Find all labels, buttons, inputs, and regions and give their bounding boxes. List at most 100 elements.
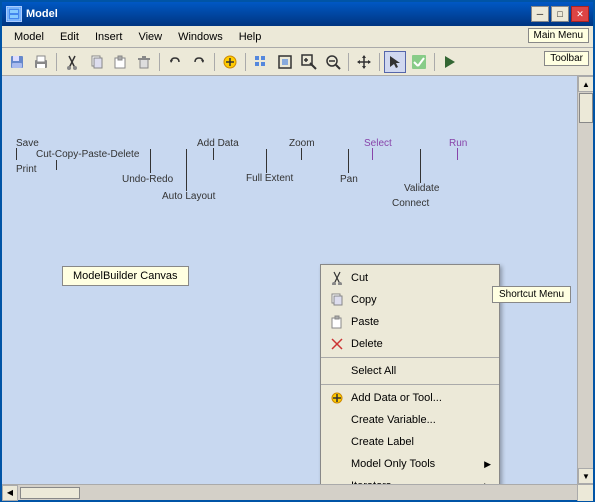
toolbar-separator-4 <box>245 53 246 71</box>
toolbar-pan[interactable] <box>353 51 375 73</box>
scrollbar-horizontal: ◀ <box>2 485 577 500</box>
annotation-print: Print <box>16 164 37 175</box>
context-menu-create-label[interactable]: Create Label <box>321 431 499 453</box>
menubar: Model Edit Insert View Windows Help Main… <box>2 26 593 48</box>
line-validate <box>420 149 421 183</box>
titlebar: Model ─ □ ✕ <box>2 2 593 26</box>
toolbar-add-data[interactable] <box>219 51 241 73</box>
context-menu-iterators[interactable]: Iterators ▶ <box>321 475 499 484</box>
scrollbar-corner <box>577 485 593 501</box>
main-area: Save Cut-Copy-Paste-Delete Print Undo-Re… <box>2 76 593 484</box>
iterators-arrow: ▶ <box>484 481 491 485</box>
toolbar-separator-6 <box>379 53 380 71</box>
menu-view[interactable]: View <box>130 29 170 45</box>
scroll-thumb-vertical[interactable] <box>579 93 593 123</box>
create-label-icon <box>329 434 345 450</box>
titlebar-buttons: ─ □ ✕ <box>531 6 589 22</box>
create-label-label: Create Label <box>351 436 414 448</box>
menu-windows[interactable]: Windows <box>170 29 231 45</box>
paste-icon <box>329 314 345 330</box>
model-only-tools-arrow: ▶ <box>484 459 491 470</box>
add-data-label: Add Data or Tool... <box>351 392 442 404</box>
context-menu-add-data[interactable]: Add Data or Tool... <box>321 387 499 409</box>
copy-label: Copy <box>351 294 377 306</box>
titlebar-left: Model <box>6 6 58 22</box>
select-all-label: Select All <box>351 365 396 377</box>
menu-help[interactable]: Help <box>231 29 270 45</box>
scroll-thumb-horizontal[interactable] <box>20 487 80 499</box>
line-full <box>266 149 267 173</box>
close-button[interactable]: ✕ <box>571 6 589 22</box>
toolbar-grid[interactable] <box>250 51 272 73</box>
line-auto <box>186 149 187 191</box>
context-menu-model-only-tools[interactable]: Model Only Tools ▶ <box>321 453 499 475</box>
context-menu-paste[interactable]: Paste <box>321 311 499 333</box>
line-cut-copy <box>56 160 57 170</box>
canvas-area[interactable]: Save Cut-Copy-Paste-Delete Print Undo-Re… <box>2 76 577 484</box>
toolbar: Toolbar <box>2 48 593 76</box>
context-menu-create-variable[interactable]: Create Variable... <box>321 409 499 431</box>
shortcut-menu-callout: Shortcut Menu <box>492 286 571 303</box>
toolbar-separator-3 <box>214 53 215 71</box>
toolbar-full-extent[interactable] <box>274 51 296 73</box>
context-menu-select-all[interactable]: Select All <box>321 360 499 382</box>
annotation-full-extent: Full Extent <box>246 173 293 184</box>
menu-edit[interactable]: Edit <box>52 29 87 45</box>
window-title: Model <box>26 8 58 20</box>
toolbar-separator-7 <box>434 53 435 71</box>
add-data-icon <box>329 390 345 406</box>
annotation-undo-redo: Undo-Redo <box>122 174 173 185</box>
main-window: Model ─ □ ✕ Model Edit Insert View Windo… <box>0 0 595 502</box>
context-menu-delete[interactable]: Delete <box>321 333 499 355</box>
toolbar-copy[interactable] <box>85 51 107 73</box>
toolbar-save[interactable] <box>6 51 28 73</box>
menu-model[interactable]: Model <box>6 29 52 45</box>
line-undo <box>150 149 151 173</box>
annotation-run: Run <box>449 138 467 149</box>
cut-icon <box>329 270 345 286</box>
line-pan <box>348 149 349 173</box>
toolbar-delete[interactable] <box>133 51 155 73</box>
toolbar-zoom[interactable] <box>322 51 344 73</box>
create-variable-label: Create Variable... <box>351 414 436 426</box>
toolbar-undo[interactable] <box>164 51 186 73</box>
iterators-icon <box>329 478 345 484</box>
scroll-track-vertical[interactable] <box>578 92 593 468</box>
window-icon <box>6 6 22 22</box>
delete-icon <box>329 336 345 352</box>
toolbar-select[interactable] <box>384 51 406 73</box>
annotation-validate: Validate <box>404 183 439 194</box>
line-zoom <box>301 148 302 160</box>
toolbar-paste[interactable] <box>109 51 131 73</box>
maximize-button[interactable]: □ <box>551 6 569 22</box>
toolbar-redo[interactable] <box>188 51 210 73</box>
toolbar-zoom-in[interactable] <box>298 51 320 73</box>
line-select <box>372 148 373 160</box>
scrollbar-vertical: ▲ ▼ <box>577 76 593 484</box>
toolbar-callout: Toolbar <box>544 51 589 66</box>
menu-insert[interactable]: Insert <box>87 29 131 45</box>
annotation-connect: Connect <box>392 198 429 209</box>
context-menu-cut[interactable]: Cut <box>321 267 499 289</box>
annotation-select: Select <box>364 138 392 149</box>
scroll-up-button[interactable]: ▲ <box>578 76 593 92</box>
annotation-pan: Pan <box>340 174 358 185</box>
canvas-label: ModelBuilder Canvas <box>62 266 189 286</box>
toolbar-separator-2 <box>159 53 160 71</box>
model-only-tools-icon <box>329 456 345 472</box>
copy-icon <box>329 292 345 308</box>
toolbar-cut[interactable] <box>61 51 83 73</box>
line-add <box>213 148 214 160</box>
scroll-left-button[interactable]: ◀ <box>2 485 18 501</box>
toolbar-separator-1 <box>56 53 57 71</box>
scroll-down-button[interactable]: ▼ <box>578 468 593 484</box>
context-menu-copy[interactable]: Copy <box>321 289 499 311</box>
toolbar-validate[interactable] <box>408 51 430 73</box>
minimize-button[interactable]: ─ <box>531 6 549 22</box>
paste-label: Paste <box>351 316 379 328</box>
annotation-add-data: Add Data <box>197 138 239 149</box>
context-menu-sep-1 <box>321 357 499 358</box>
model-only-tools-label: Model Only Tools <box>351 458 435 470</box>
toolbar-print[interactable] <box>30 51 52 73</box>
toolbar-run[interactable] <box>439 51 461 73</box>
